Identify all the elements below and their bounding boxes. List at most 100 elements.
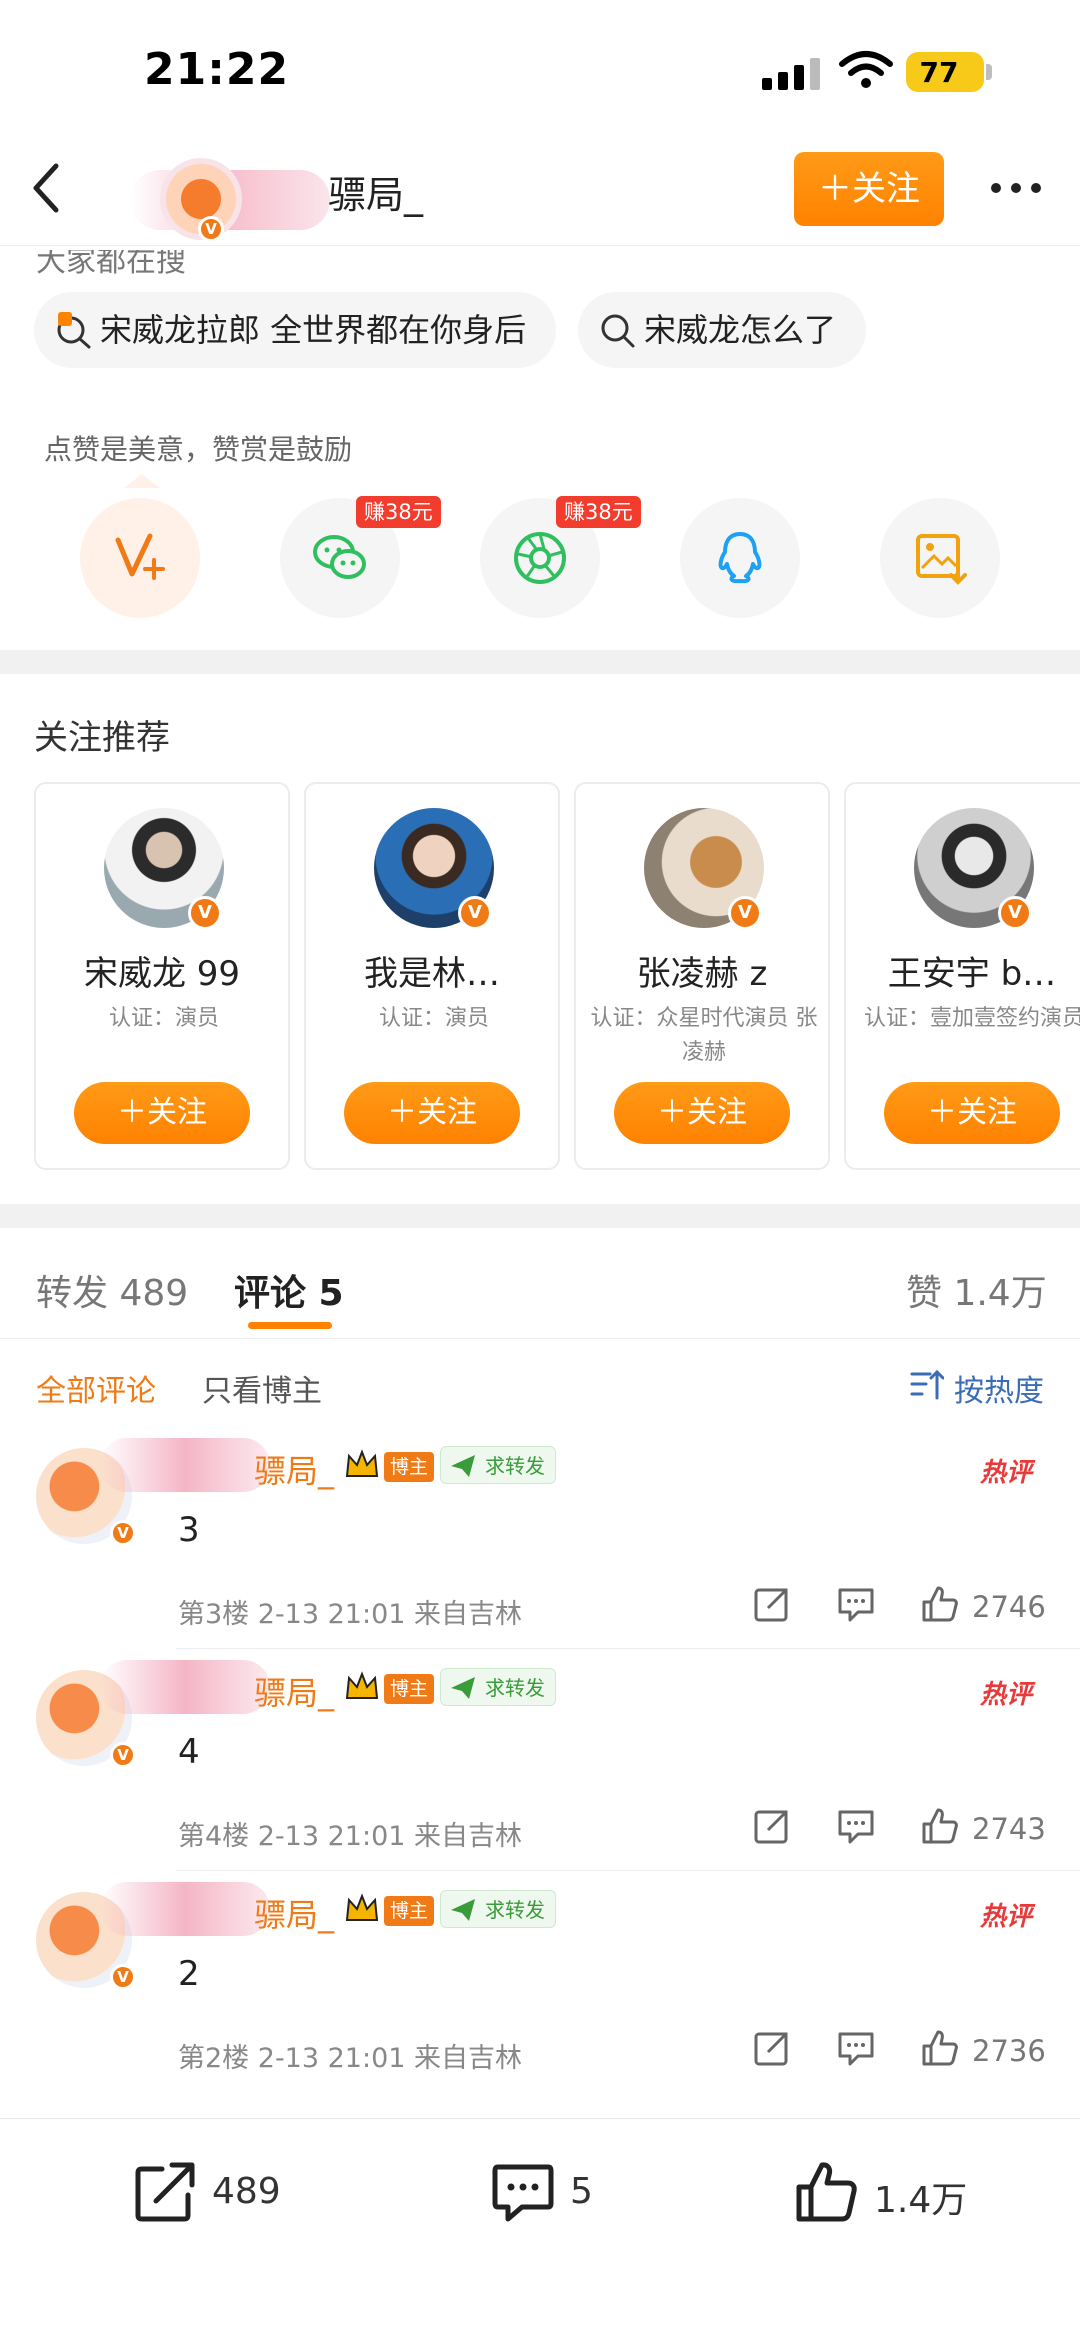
tab-repost[interactable]: 转发 489	[36, 1264, 188, 1316]
request-repost-tag[interactable]: 求转发	[440, 1668, 556, 1706]
status-time: 21:22	[144, 44, 290, 95]
verified-badge-icon: V	[188, 896, 222, 930]
verified-badge-icon: V	[998, 896, 1032, 930]
like-icon[interactable]	[920, 2028, 960, 2068]
recommend-name[interactable]: 宋威龙 99	[36, 946, 288, 995]
filter-blogger-only[interactable]: 只看博主	[202, 1366, 322, 1410]
save-image-button[interactable]	[880, 498, 1000, 618]
recommend-card-4[interactable]: V 王安宇 b… 认证：壹加壹签约演员 ＋关注	[844, 782, 1080, 1170]
comment-meta: 第2楼 2-13 21:01 来自吉林	[178, 2043, 523, 2074]
back-arrow-icon[interactable]	[26, 158, 66, 218]
blurred-username	[100, 1882, 270, 1936]
reply-icon[interactable]	[836, 1584, 876, 1624]
commenter-name[interactable]: 骠局_	[254, 1668, 334, 1714]
request-repost-label: 求转发	[485, 1676, 545, 1700]
blogger-badge: 博主	[384, 1452, 435, 1482]
verified-badge-icon: V	[110, 1964, 136, 1990]
blurred-username	[100, 1438, 270, 1492]
recommend-cert: 认证：演员	[108, 1006, 219, 1031]
comment-separator	[176, 1870, 1080, 1871]
recommend-follow-button[interactable]: ＋关注	[74, 1082, 250, 1144]
battery-level: 77	[919, 56, 959, 89]
share-icon[interactable]	[752, 2028, 792, 2068]
hot-search-chip-1[interactable]: 宋威龙拉郎 全世界都在你身后	[34, 292, 557, 368]
hint-pointer	[124, 474, 160, 488]
comment-text: 4	[178, 1732, 200, 1772]
v-plus-button[interactable]	[80, 498, 200, 618]
comment-text: 3	[178, 1510, 200, 1550]
recommend-name[interactable]: 我是林…	[306, 946, 558, 995]
like-count: 2736	[972, 2034, 1046, 2068]
request-repost-tag[interactable]: 求转发	[440, 1446, 556, 1484]
repost-icon	[135, 2162, 195, 2222]
battery-indicator: 77	[906, 52, 984, 92]
share-icon[interactable]	[752, 1806, 792, 1846]
wifi-icon	[839, 51, 893, 88]
active-tab-indicator	[248, 1322, 332, 1329]
tab-likes[interactable]: 赞 1.4万	[906, 1264, 1047, 1316]
blurred-username	[100, 1660, 270, 1714]
commenter-name[interactable]: 骠局_	[254, 1446, 334, 1492]
comment-count: 5	[570, 2171, 593, 2212]
search-icon	[601, 314, 635, 348]
paper-plane-icon	[451, 1899, 475, 1921]
crown-icon	[345, 1671, 379, 1699]
paper-plane-icon	[451, 1677, 475, 1699]
verified-badge-icon: V	[458, 896, 492, 930]
request-repost-label: 求转发	[485, 1898, 545, 1922]
follow-button[interactable]: ＋关注	[794, 152, 944, 226]
reply-icon[interactable]	[836, 2028, 876, 2068]
like-icon[interactable]	[920, 1806, 960, 1846]
verified-badge-icon: V	[198, 216, 224, 242]
tab-comments[interactable]: 评论 5	[234, 1264, 344, 1316]
reply-icon[interactable]	[836, 1806, 876, 1846]
recommend-card-2[interactable]: V 我是林… 认证：演员 ＋关注	[304, 782, 560, 1170]
recommend-name[interactable]: 张凌赫 z	[576, 946, 828, 995]
recommend-card-1[interactable]: V 宋威龙 99 认证：演员 ＋关注	[34, 782, 290, 1170]
comment-item: V 骠局_ 博主 求转发 热评 4 第4楼 2-13 21:01 来自吉林 27…	[0, 1650, 1080, 1872]
recommend-follow-button[interactable]: ＋关注	[614, 1082, 790, 1144]
more-options-icon[interactable]	[988, 168, 1044, 208]
repost-count: 489	[212, 2171, 281, 2212]
wechat-icon	[313, 535, 366, 579]
comment-item: V 骠局_ 博主 求转发 热评 2 第2楼 2-13 21:01 来自吉林 27…	[0, 1872, 1080, 2094]
comment-meta: 第4楼 2-13 21:01 来自吉林	[178, 1821, 523, 1852]
like-count: 2743	[972, 1812, 1046, 1846]
hot-comment-tag: 热评	[980, 1458, 1033, 1488]
blogger-badge: 博主	[384, 1674, 435, 1704]
recommend-card-3[interactable]: V 张凌赫 z 认证：众星时代演员 张凌赫 ＋关注	[574, 782, 830, 1170]
hot-search-chip-2[interactable]: 宋威龙怎么了	[578, 292, 867, 368]
section-divider	[0, 650, 1080, 674]
commenter-name[interactable]: 骠局_	[254, 1890, 334, 1936]
tab-separator	[0, 1338, 1080, 1339]
moments-icon	[514, 532, 566, 584]
share-icon[interactable]	[752, 1584, 792, 1624]
battery-cap	[986, 64, 992, 80]
recommend-name[interactable]: 王安宇 b…	[846, 946, 1080, 995]
status-bar: 21:22 77	[0, 0, 1080, 140]
sort-icon[interactable]	[910, 1368, 944, 1402]
filter-all-comments[interactable]: 全部评论	[36, 1366, 156, 1410]
author-name[interactable]: 骠局_	[328, 164, 423, 219]
earn-badge-moments: 赚38元	[556, 496, 641, 528]
recommend-follow-button[interactable]: ＋关注	[344, 1082, 520, 1144]
recommend-cert: 认证：壹加壹签约演员	[863, 1006, 1080, 1031]
earn-badge-wechat: 赚38元	[356, 496, 441, 528]
v-plus-icon	[115, 533, 165, 580]
verified-badge-icon: V	[110, 1742, 136, 1768]
like-icon[interactable]	[920, 1584, 960, 1624]
recommend-cert: 认证：众星时代演员 张凌赫	[590, 1006, 818, 1065]
hot-search-text-1: 宋威龙拉郎 全世界都在你身后	[100, 311, 527, 349]
crown-icon	[345, 1893, 379, 1921]
qq-share-button[interactable]	[680, 498, 800, 618]
like-count-total: 1.4万	[874, 2180, 968, 2221]
hot-comment-tag: 热评	[980, 1680, 1033, 1710]
sort-by-hot[interactable]: 按热度	[954, 1366, 1044, 1410]
save-image-icon	[916, 534, 967, 585]
hot-comment-tag: 热评	[980, 1902, 1033, 1932]
crown-icon	[345, 1449, 379, 1477]
bottom-action-bar: 489 5 1.4万	[0, 2118, 1080, 2340]
blogger-badge: 博主	[384, 1896, 435, 1926]
recommend-follow-button[interactable]: ＋关注	[884, 1082, 1060, 1144]
request-repost-tag[interactable]: 求转发	[440, 1890, 556, 1928]
